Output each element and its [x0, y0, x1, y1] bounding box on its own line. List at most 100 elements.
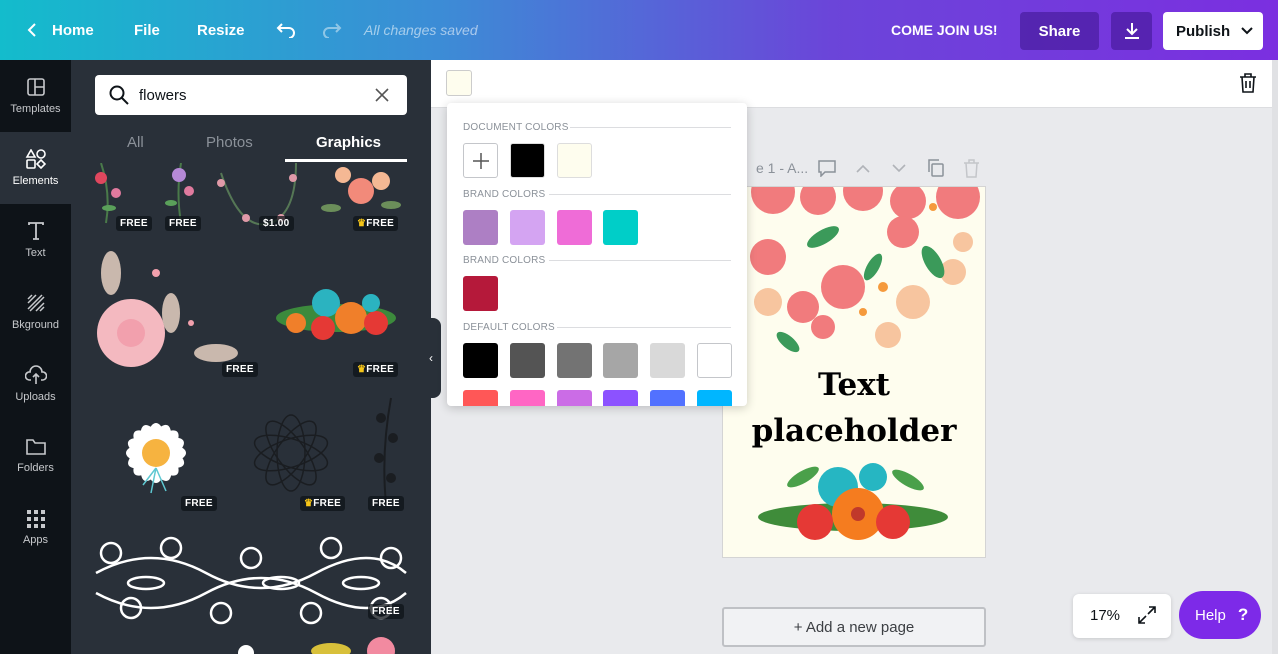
chevron-left-icon: ‹	[429, 351, 433, 365]
rail-elements[interactable]: Elements	[0, 132, 71, 204]
color-swatch[interactable]	[510, 390, 545, 406]
duplicate-icon[interactable]	[927, 159, 944, 177]
color-swatch[interactable]	[463, 210, 498, 245]
rail-apps[interactable]: Apps	[0, 492, 71, 564]
join-label: COME JOIN US!	[891, 22, 998, 38]
undo-button[interactable]	[276, 0, 296, 60]
rail-folders[interactable]: Folders	[0, 420, 71, 492]
background-color-swatch[interactable]	[446, 70, 472, 96]
chevron-up-icon[interactable]	[856, 164, 870, 173]
color-swatch[interactable]	[557, 390, 592, 406]
text-line-1[interactable]: Text	[723, 367, 985, 403]
tab-graphics[interactable]: Graphics	[316, 134, 381, 151]
tab-all[interactable]: All	[127, 134, 144, 151]
color-swatch[interactable]	[603, 343, 638, 378]
default-colors-heading: DEFAULT COLORS	[463, 322, 555, 333]
folder-icon	[25, 439, 46, 455]
color-swatch[interactable]	[510, 343, 545, 378]
active-tab-indicator	[285, 159, 407, 162]
side-rail: Templates Elements Text Bkground Uploads…	[0, 60, 71, 654]
bouquet-graphic[interactable]	[753, 452, 953, 557]
rail-text[interactable]: Text	[0, 204, 71, 276]
file-menu[interactable]: File	[134, 0, 160, 60]
color-swatch[interactable]	[463, 276, 498, 311]
rail-label: Uploads	[15, 391, 56, 403]
help-label: Help	[1195, 606, 1226, 624]
download-icon	[1124, 23, 1139, 39]
delete-page-icon[interactable]	[963, 159, 980, 178]
redo-icon	[323, 23, 342, 38]
graphic-bouquet-pink[interactable]	[321, 167, 401, 212]
graphic-outline-flower[interactable]	[251, 414, 332, 492]
document-colors-heading: DOCUMENT COLORS	[463, 122, 569, 133]
expand-icon[interactable]	[1138, 606, 1156, 624]
color-swatch[interactable]	[510, 143, 545, 178]
rail-label: Folders	[17, 462, 54, 474]
premium-badge: ♛FREE	[353, 216, 399, 231]
page-title[interactable]: e 1 - A...	[756, 160, 808, 176]
save-status: All changes saved	[364, 22, 478, 38]
collapse-panel-button[interactable]: ‹	[421, 318, 441, 398]
color-swatch[interactable]	[463, 390, 498, 406]
color-picker-popup: DOCUMENT COLORS BRAND COLORS BRAND COLOR…	[447, 103, 747, 406]
color-swatch[interactable]	[697, 390, 732, 406]
rail-uploads[interactable]: Uploads	[0, 348, 71, 420]
add-color-button[interactable]	[463, 143, 498, 178]
color-swatch[interactable]	[463, 343, 498, 378]
graphic-dark-branch[interactable]	[374, 397, 398, 504]
rail-templates[interactable]: Templates	[0, 60, 71, 132]
divider	[570, 127, 731, 128]
help-button[interactable]: Help ?	[1179, 591, 1261, 639]
publish-button[interactable]: Publish	[1163, 12, 1263, 50]
home-label: Home	[52, 21, 94, 39]
graphic-floral-border[interactable]	[95, 536, 407, 625]
resize-label: Resize	[197, 21, 245, 39]
color-swatch[interactable]	[557, 210, 592, 245]
zoom-control[interactable]: 17%	[1073, 594, 1171, 638]
join-link[interactable]: COME JOIN US!	[891, 0, 998, 60]
color-swatch[interactable]	[557, 343, 592, 378]
graphic-partial-row[interactable]	[238, 637, 395, 654]
text-icon	[27, 222, 44, 240]
comment-icon[interactable]	[818, 160, 836, 177]
rail-label: Apps	[22, 534, 49, 546]
badge-text: FREE	[366, 218, 395, 229]
resize-button[interactable]: Resize	[197, 0, 245, 60]
chevron-down-icon[interactable]	[892, 164, 906, 173]
search-box: flowers	[95, 75, 407, 115]
share-button[interactable]: Share	[1020, 12, 1099, 50]
color-swatch[interactable]	[697, 343, 732, 378]
graphic-white-daisy[interactable]	[124, 421, 188, 494]
home-button[interactable]: Home	[26, 0, 94, 60]
graphic-colorful-bouquet[interactable]	[276, 289, 396, 340]
price-badge: FREE	[165, 216, 201, 231]
color-swatch[interactable]	[603, 210, 638, 245]
color-swatch[interactable]	[603, 390, 638, 406]
top-bar: Home File Resize All changes saved COME …	[0, 0, 1278, 60]
design-page[interactable]: Text placeholder	[722, 186, 986, 558]
editor-toolbar	[431, 60, 1278, 108]
trash-icon[interactable]	[1239, 73, 1257, 93]
brand-colors-heading: BRAND COLORS	[463, 255, 546, 266]
color-swatch[interactable]	[557, 143, 592, 178]
divider	[557, 327, 731, 328]
text-line-2[interactable]: placeholder	[723, 413, 985, 449]
graphic-pink-flower-leaves[interactable]	[97, 251, 238, 367]
color-swatch[interactable]	[650, 390, 685, 406]
add-page-button[interactable]: + Add a new page	[722, 607, 986, 647]
vertical-scrollbar[interactable]	[1272, 60, 1278, 654]
elements-icon	[25, 149, 46, 169]
divider	[549, 194, 731, 195]
rail-background[interactable]: Bkground	[0, 276, 71, 348]
color-swatch[interactable]	[650, 343, 685, 378]
color-swatch[interactable]	[510, 210, 545, 245]
roses-graphic[interactable]	[723, 187, 985, 367]
download-button[interactable]	[1111, 12, 1152, 50]
graphic-sprig-2[interactable]	[165, 163, 194, 224]
redo-button[interactable]	[322, 0, 342, 60]
upload-icon	[24, 365, 47, 384]
clear-search-icon[interactable]	[375, 88, 389, 102]
search-input[interactable]: flowers	[139, 87, 187, 104]
tab-photos[interactable]: Photos	[206, 134, 253, 151]
graphic-sprig-1[interactable]	[95, 163, 121, 224]
